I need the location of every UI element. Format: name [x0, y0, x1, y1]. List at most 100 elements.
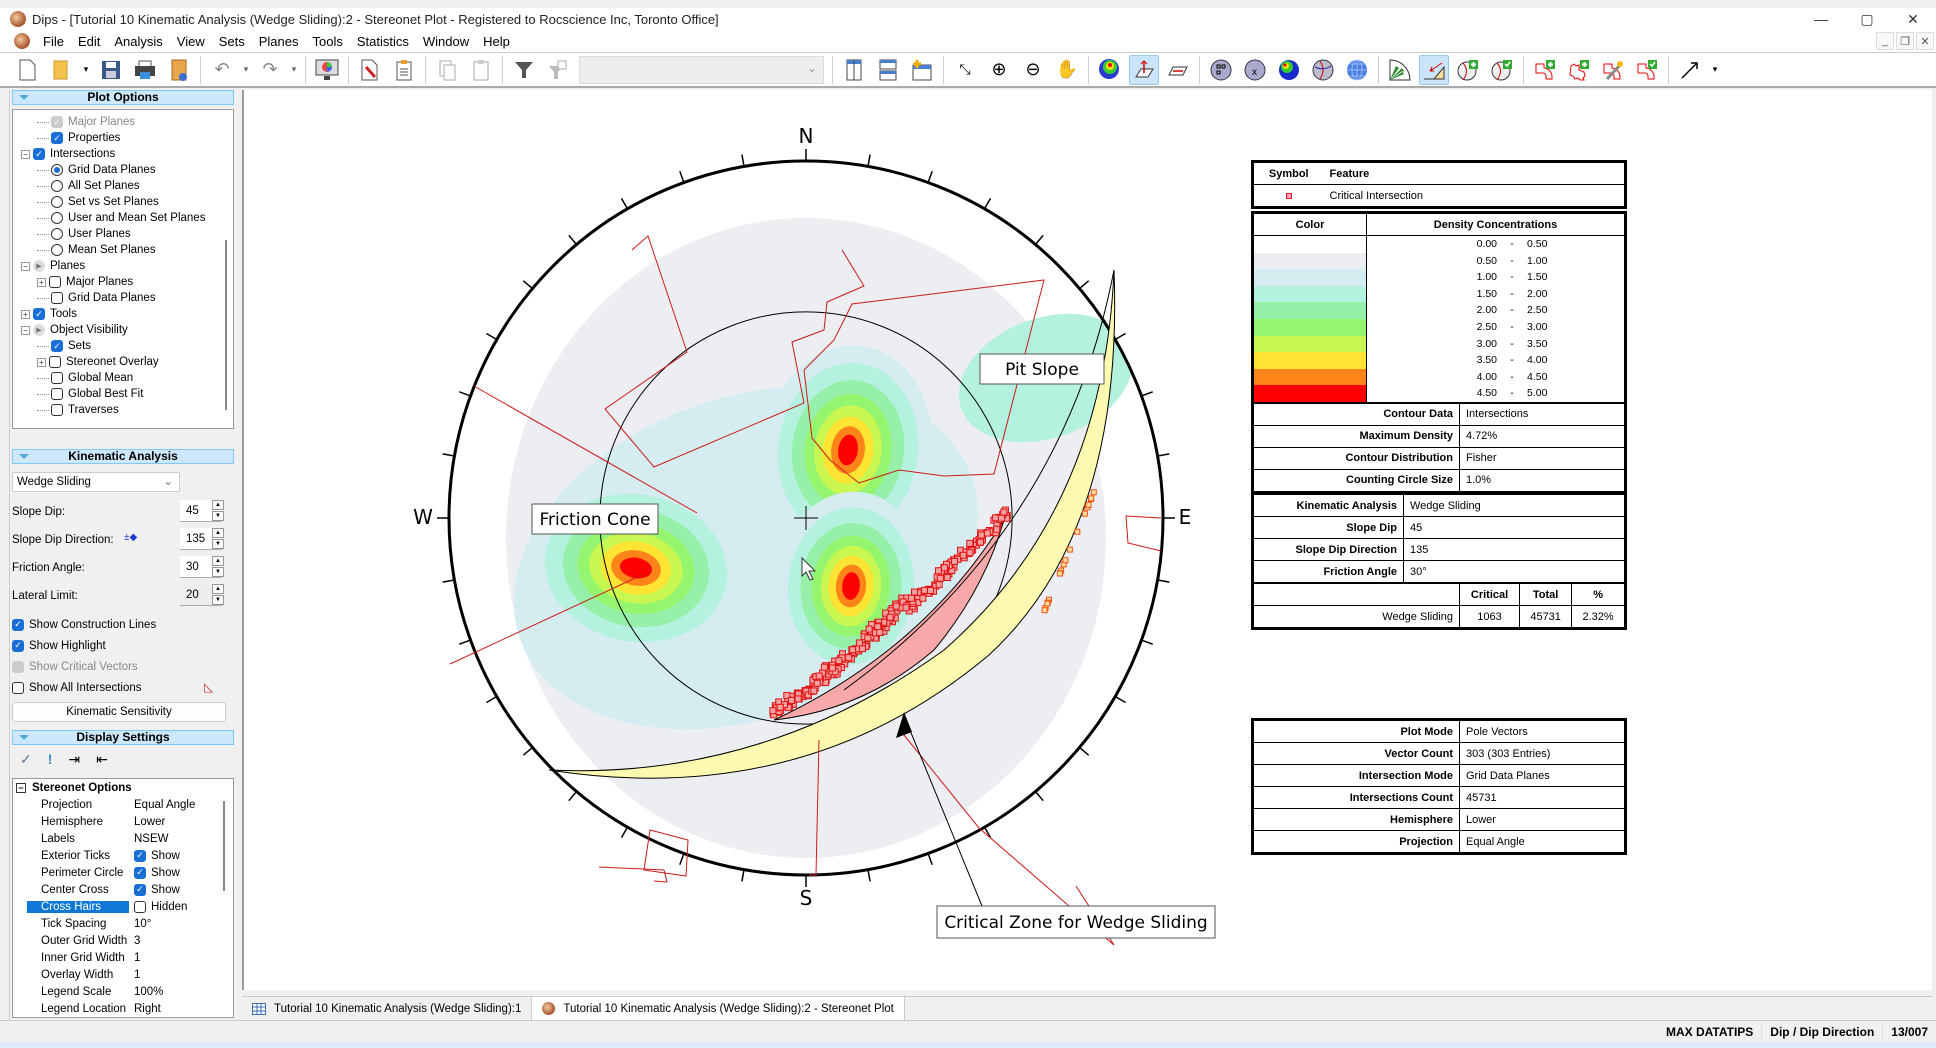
- plane-plot-icon[interactable]: [1163, 55, 1193, 85]
- tree-item[interactable]: + Stereonet Overlay: [13, 354, 233, 370]
- spin-down-button[interactable]: ▼: [212, 595, 224, 605]
- edit-set-icon[interactable]: [1487, 55, 1517, 85]
- new-file-icon[interactable]: [12, 55, 42, 85]
- property-row[interactable]: Labels NSEW: [13, 830, 233, 847]
- redo-dropdown-icon[interactable]: ▾: [289, 55, 299, 85]
- menu-analysis[interactable]: Analysis: [107, 34, 169, 49]
- checkbox[interactable]: [49, 356, 61, 368]
- scatter-plot-icon[interactable]: [1206, 55, 1236, 85]
- spin-up-button[interactable]: ▲: [212, 584, 224, 594]
- checkbox[interactable]: [51, 404, 63, 416]
- tree-item[interactable]: ✓ Sets: [13, 338, 233, 354]
- filter-grid-icon[interactable]: [543, 55, 573, 85]
- property-row[interactable]: Projection Equal Angle: [13, 796, 233, 813]
- menu-sets[interactable]: Sets: [212, 34, 252, 49]
- major-planes-icon[interactable]: [1308, 55, 1338, 85]
- tree-item[interactable]: Global Mean: [13, 370, 233, 386]
- paste-icon[interactable]: [466, 55, 496, 85]
- radio-button[interactable]: [51, 212, 63, 224]
- view-combo[interactable]: [579, 55, 824, 84]
- arrow-tool-icon[interactable]: [1675, 55, 1705, 85]
- add-window-icon[interactable]: [1530, 55, 1560, 85]
- arrow-dropdown-icon[interactable]: ▾: [1709, 55, 1721, 85]
- property-row[interactable]: Outer Grid Width 3: [13, 932, 233, 949]
- minimize-button[interactable]: —: [1798, 8, 1844, 30]
- kinematic-check[interactable]: Show All Intersections ◺: [12, 677, 234, 698]
- checkbox[interactable]: [51, 372, 63, 384]
- menu-edit[interactable]: Edit: [71, 34, 107, 49]
- kinematic-check[interactable]: ✓ Show Construction Lines: [12, 614, 234, 635]
- status-mode[interactable]: MAX DATATIPS: [1658, 1025, 1761, 1039]
- kinematic-check[interactable]: Show Critical Vectors: [12, 656, 234, 677]
- tab-grid-view[interactable]: Tutorial 10 Kinematic Analysis (Wedge Sl…: [242, 997, 531, 1020]
- properties-scrollbar[interactable]: [223, 801, 225, 891]
- mdi-minimize-button[interactable]: _: [1876, 32, 1894, 50]
- new-window-icon[interactable]: [907, 55, 937, 85]
- display-settings-header[interactable]: Display Settings: [12, 730, 234, 745]
- spin-up-button[interactable]: ▲: [212, 500, 224, 510]
- stereonet-plot[interactable]: N S E W Friction Cone Pit Slope Critical Zone …: [244, 90, 1934, 990]
- wizard-window-icon[interactable]: [1598, 55, 1628, 85]
- tile-horizontal-icon[interactable]: [873, 55, 903, 85]
- menu-view[interactable]: View: [170, 34, 212, 49]
- apply-check-icon[interactable]: ✓: [20, 751, 32, 768]
- tree-item[interactable]: − ▶ Planes: [13, 258, 233, 274]
- status-convention[interactable]: Dip / Dip Direction: [1761, 1024, 1882, 1039]
- expand-icon[interactable]: +: [37, 357, 46, 367]
- checkbox[interactable]: ✓: [134, 883, 146, 896]
- grid-sphere-icon[interactable]: [1342, 55, 1372, 85]
- checkbox[interactable]: [51, 292, 63, 304]
- kinematic-tool-icon[interactable]: ◺: [204, 680, 213, 694]
- save-icon[interactable]: [96, 55, 126, 85]
- kinematic-sensitivity-button[interactable]: Kinematic Sensitivity: [12, 702, 226, 722]
- maximize-button[interactable]: ▢: [1844, 8, 1890, 30]
- property-row[interactable]: Legend Location Right: [13, 1000, 233, 1017]
- filter-icon[interactable]: [509, 55, 539, 85]
- paste-clipboard-icon[interactable]: [389, 55, 419, 85]
- property-row[interactable]: Exterior Ticks ✓ Show: [13, 847, 233, 864]
- checkbox[interactable]: ✓: [134, 849, 146, 862]
- edit-window-icon[interactable]: [1632, 55, 1662, 85]
- group-toggle-icon[interactable]: ▶: [33, 324, 45, 336]
- kinematic-analysis-icon[interactable]: [1419, 54, 1449, 85]
- property-row[interactable]: Cross Hairs Hidden: [13, 898, 233, 915]
- plot-options-header[interactable]: Plot Options: [12, 90, 234, 105]
- edit-pencil-icon[interactable]: [355, 55, 385, 85]
- zoom-in-icon[interactable]: ⊕: [984, 55, 1014, 85]
- mdi-close-button[interactable]: ✕: [1916, 32, 1934, 50]
- mdi-restore-button[interactable]: ❐: [1896, 32, 1914, 50]
- spin-up-button[interactable]: ▲: [212, 556, 224, 566]
- contour-sphere-icon[interactable]: [1274, 55, 1304, 85]
- property-row[interactable]: Perimeter Circle ✓ Show: [13, 864, 233, 881]
- checkbox[interactable]: ✓: [33, 148, 45, 160]
- tree-item[interactable]: User and Mean Set Planes: [13, 210, 233, 226]
- tree-item[interactable]: + Major Planes: [13, 274, 233, 290]
- contour-plot-icon[interactable]: [1095, 55, 1125, 85]
- undo-dropdown-icon[interactable]: ▾: [241, 55, 251, 85]
- import-settings-icon[interactable]: ⇤: [96, 751, 108, 768]
- menu-statistics[interactable]: Statistics: [350, 34, 416, 49]
- tree-item[interactable]: Global Best Fit: [13, 386, 233, 402]
- stereonet-view[interactable]: N S E W Friction Cone Pit Slope Critical Zone …: [242, 90, 1932, 990]
- property-row[interactable]: Tick Spacing 10°: [13, 915, 233, 932]
- checkbox[interactable]: ✓: [134, 866, 146, 879]
- checkbox[interactable]: [51, 388, 63, 400]
- property-row[interactable]: Overlay Width 1: [13, 966, 233, 983]
- checkbox[interactable]: ✓: [12, 639, 24, 652]
- copy-icon[interactable]: [432, 55, 462, 85]
- tree-item[interactable]: − ✓ Intersections: [13, 146, 233, 162]
- print-icon[interactable]: [130, 55, 160, 85]
- radio-button[interactable]: [51, 228, 63, 240]
- collapse-group-icon[interactable]: −: [16, 782, 26, 793]
- checkbox[interactable]: ✓: [51, 116, 63, 128]
- kinematic-analysis-header[interactable]: Kinematic Analysis: [12, 449, 234, 464]
- checkbox[interactable]: [134, 900, 146, 913]
- collapse-icon[interactable]: −: [21, 325, 30, 335]
- menu-file[interactable]: File: [36, 34, 71, 49]
- radio-button[interactable]: [51, 164, 63, 176]
- property-row[interactable]: Center Cross ✓ Show: [13, 881, 233, 898]
- add-polygon-window-icon[interactable]: [1564, 55, 1594, 85]
- export-icon[interactable]: [164, 55, 194, 85]
- collapse-icon[interactable]: −: [21, 261, 30, 271]
- dip-direction-picker-icon[interactable]: ±◆: [124, 532, 137, 543]
